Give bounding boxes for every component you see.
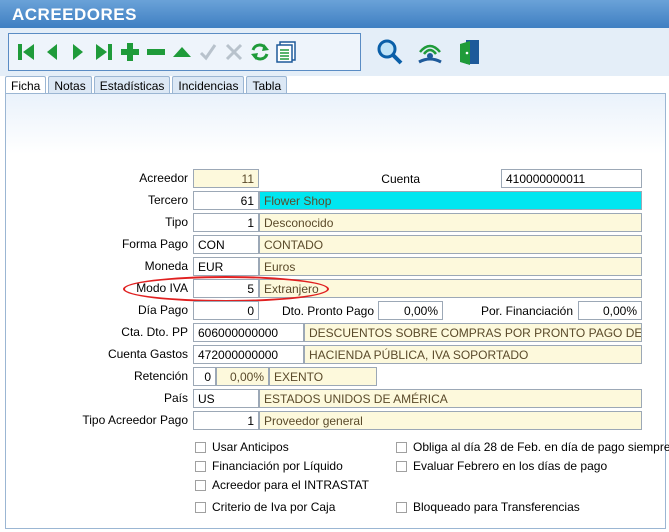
- tercero-code-field[interactable]: 61: [193, 191, 259, 210]
- moneda-label: Moneda: [144, 259, 188, 273]
- tab-incidencias[interactable]: Incidencias: [172, 76, 245, 94]
- forma-pago-code-field[interactable]: CON: [193, 235, 259, 254]
- retencion-percent-field: 0,00%: [216, 367, 269, 386]
- cta-dto-pp-label: Cta. Dto. PP: [121, 325, 188, 339]
- moneda-code-field[interactable]: EUR: [193, 257, 259, 276]
- cta-dto-pp-code-field[interactable]: 606000000000: [193, 323, 304, 342]
- pais-label: País: [163, 391, 188, 405]
- evaluar-febrero-checkbox[interactable]: Evaluar Febrero en los días de pago: [396, 459, 607, 473]
- bloqueado-transferencias-checkbox[interactable]: Bloqueado para Transferencias: [396, 500, 580, 514]
- dto-pronto-pago-label: Dto. Pronto Pago: [281, 304, 374, 318]
- cuenta-gastos-label: Cuenta Gastos: [107, 347, 188, 361]
- por-financiacion-field[interactable]: 0,00%: [578, 301, 642, 320]
- forma-pago-name-field: CONTADO: [259, 235, 642, 254]
- financiacion-liquido-label: Financiación por Líquido: [212, 459, 343, 473]
- retencion-name-field: EXENTO: [269, 367, 377, 386]
- tipo-acreedor-pago-label: Tipo Acreedor Pago: [82, 413, 188, 427]
- tab-estadisticas[interactable]: Estadísticas: [93, 76, 171, 94]
- delete-icon[interactable]: [143, 37, 169, 67]
- bloqueado-transferencias-label: Bloqueado para Transferencias: [413, 500, 580, 514]
- dto-pronto-pago-field[interactable]: 0,00%: [378, 301, 443, 320]
- add-icon[interactable]: [117, 37, 143, 67]
- search-icon[interactable]: [372, 36, 408, 68]
- criterio-iva-caja-box[interactable]: [195, 501, 206, 513]
- cuenta-field[interactable]: 410000000011: [501, 169, 642, 188]
- tercero-name-field: Flower Shop: [259, 191, 642, 210]
- dia-pago-field[interactable]: 0: [193, 301, 259, 320]
- obliga-28-feb-box[interactable]: [396, 441, 407, 453]
- pais-name-field: ESTADOS UNIDOS DE AMÉRICA: [259, 389, 642, 408]
- cuenta-label: Cuenta: [381, 172, 420, 186]
- tab-notas[interactable]: Notas: [48, 76, 92, 94]
- tercero-label: Tercero: [147, 193, 188, 207]
- tipo-name-field: Desconocido: [259, 213, 642, 232]
- usar-anticipos-box[interactable]: [195, 441, 206, 453]
- dia-pago-label: Día Pago: [137, 303, 188, 317]
- por-financiacion-label: Por. Financiación: [480, 304, 573, 318]
- criterio-iva-caja-label: Criterio de Iva por Caja: [212, 500, 336, 514]
- acreedor-intrastat-checkbox[interactable]: Acreedor para el INTRASTAT: [195, 478, 369, 492]
- acreedor-label: Acreedor: [139, 171, 188, 185]
- bloqueado-transferencias-box[interactable]: [396, 501, 407, 513]
- exit-door-icon[interactable]: [452, 36, 488, 68]
- obliga-28-feb-checkbox[interactable]: Obliga al día 28 de Feb. en día de pago …: [396, 440, 669, 454]
- financiacion-liquido-box[interactable]: [195, 460, 206, 472]
- highlight-ellipse: [123, 276, 329, 302]
- forma-pago-label: Forma Pago: [121, 237, 188, 251]
- tipo-label: Tipo: [165, 215, 188, 229]
- last-record-icon[interactable]: [91, 37, 117, 67]
- accept-icon[interactable]: [195, 37, 221, 67]
- up-icon[interactable]: [169, 37, 195, 67]
- cancel-icon[interactable]: [221, 37, 247, 67]
- signal-icon[interactable]: [412, 36, 448, 68]
- tab-tabla[interactable]: Tabla: [246, 76, 288, 94]
- extra-toolbar: [372, 36, 488, 68]
- list-icon[interactable]: [273, 37, 299, 67]
- usar-anticipos-label: Usar Anticipos: [212, 440, 289, 454]
- acreedor-intrastat-label: Acreedor para el INTRASTAT: [212, 478, 369, 492]
- first-record-icon[interactable]: [13, 37, 39, 67]
- evaluar-febrero-box[interactable]: [396, 460, 407, 472]
- navigation-toolbar: [8, 33, 361, 71]
- previous-record-icon[interactable]: [39, 37, 65, 67]
- cuenta-gastos-name-field: HACIENDA PÚBLICA, IVA SOPORTADO: [304, 345, 642, 364]
- next-record-icon[interactable]: [65, 37, 91, 67]
- acreedor-intrastat-box[interactable]: [195, 479, 206, 491]
- criterio-iva-caja-checkbox[interactable]: Criterio de Iva por Caja: [195, 500, 335, 514]
- moneda-name-field: Euros: [259, 257, 642, 276]
- refresh-icon[interactable]: [247, 37, 273, 67]
- retencion-code-field[interactable]: 0: [193, 367, 216, 386]
- usar-anticipos-checkbox[interactable]: Usar Anticipos: [195, 440, 289, 454]
- tab-bar: Ficha Notas Estadísticas Incidencias Tab…: [5, 76, 289, 95]
- cuenta-gastos-code-field[interactable]: 472000000000: [193, 345, 304, 364]
- tipo-acreedor-pago-code-field[interactable]: 1: [193, 411, 259, 430]
- pais-code-field[interactable]: US: [193, 389, 259, 408]
- obliga-28-feb-label: Obliga al día 28 de Feb. en día de pago …: [413, 440, 669, 454]
- cta-dto-pp-name-field: DESCUENTOS SOBRE COMPRAS POR PRONTO PAGO…: [304, 323, 642, 342]
- financiacion-liquido-checkbox[interactable]: Financiación por Líquido: [195, 459, 343, 473]
- window-title: ACREEDORES: [0, 0, 669, 28]
- evaluar-febrero-label: Evaluar Febrero en los días de pago: [413, 459, 608, 473]
- acreedor-field[interactable]: 11: [193, 169, 259, 188]
- retencion-label: Retención: [133, 369, 188, 383]
- tipo-code-field[interactable]: 1: [193, 213, 259, 232]
- tipo-acreedor-pago-name-field: Proveedor general: [259, 411, 642, 430]
